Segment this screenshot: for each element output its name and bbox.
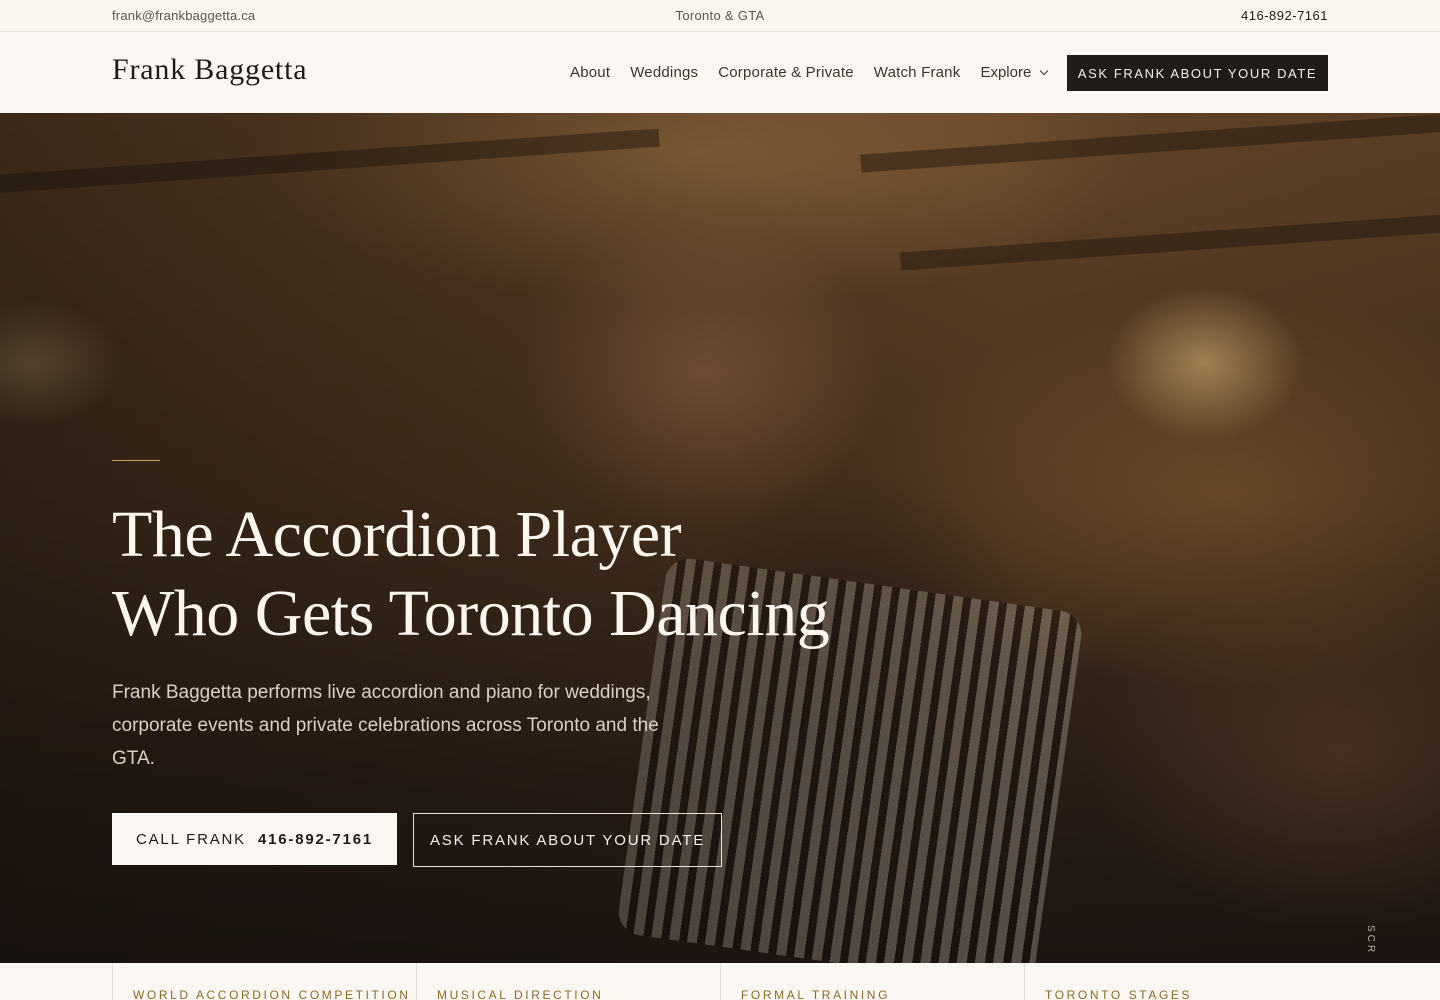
service-area: Toronto & GTA (675, 8, 765, 23)
top-utility-bar: frank@frankbaggetta.ca Toronto & GTA 416… (0, 0, 1440, 32)
call-frank-label: CALL FRANK (136, 830, 246, 848)
hero-ask-frank-button[interactable]: ASK FRANK ABOUT YOUR DATE (413, 813, 722, 867)
nav-explore-label: Explore (980, 64, 1032, 81)
contact-phone-link[interactable]: 416-892-7161 (1241, 8, 1328, 23)
credential-item: MUSICAL DIRECTION (416, 963, 720, 1000)
credential-label: TORONTO STAGES (1045, 988, 1193, 1000)
credential-label: WORLD ACCORDION COMPETITION (133, 988, 411, 1000)
credential-label: FORMAL TRAINING (741, 988, 891, 1000)
header-ask-frank-button[interactable]: ASK FRANK ABOUT YOUR DATE (1067, 55, 1328, 91)
call-frank-number: 416-892-7161 (257, 830, 373, 848)
nav-corporate-private[interactable]: Corporate & Private (718, 64, 854, 81)
call-frank-button[interactable]: CALL FRANK 416-892-7161 (112, 813, 397, 865)
hero-title-line-2: Who Gets Toronto Dancing (112, 577, 830, 650)
hero-description: Frank Baggetta performs live accordion a… (112, 682, 659, 769)
hero-accent-rule (112, 460, 160, 461)
nav-weddings[interactable]: Weddings (630, 64, 698, 81)
hero-section: The Accordion Player Who Gets Toronto Da… (0, 113, 1440, 963)
site-header: Frank Baggetta About Weddings Corporate … (0, 33, 1440, 113)
credential-item: WORLD ACCORDION COMPETITION (112, 963, 416, 1000)
credential-item: FORMAL TRAINING (720, 963, 1024, 1000)
chevron-down-icon (1040, 66, 1049, 75)
hero-title: The Accordion Player Who Gets Toronto Da… (112, 495, 932, 653)
nav-watch-frank[interactable]: Watch Frank (874, 64, 961, 81)
nav-explore-dropdown[interactable]: Explore (980, 64, 1049, 81)
main-nav: About Weddings Corporate & Private Watch… (570, 64, 1049, 81)
hero-title-line-1: The Accordion Player (112, 498, 682, 571)
credentials-strip: WORLD ACCORDION COMPETITION MUSICAL DIRE… (0, 963, 1440, 1000)
scroll-indicator[interactable]: SCR (1364, 925, 1376, 955)
nav-about[interactable]: About (570, 64, 610, 81)
credential-label: MUSICAL DIRECTION (437, 988, 604, 1000)
credential-item: TORONTO STAGES (1024, 963, 1328, 1000)
site-logo[interactable]: Frank Baggetta (112, 53, 307, 87)
